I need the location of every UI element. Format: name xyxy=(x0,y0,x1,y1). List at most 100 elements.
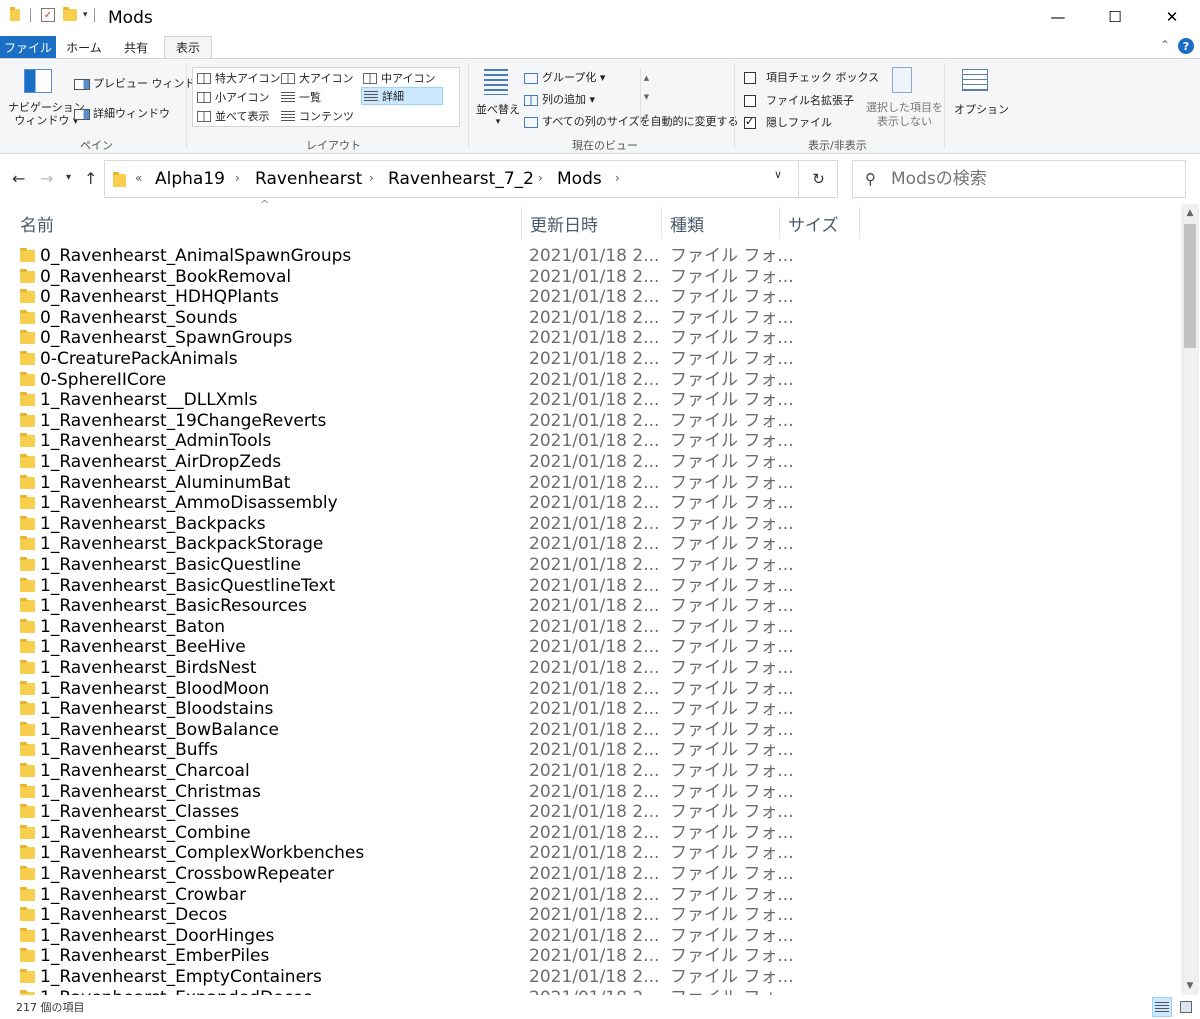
item-checkboxes-toggle[interactable]: 項目チェック ボックス xyxy=(744,69,879,85)
file-row[interactable]: 0_Ravenhearst_SpawnGroups 2021/01/18 2...… xyxy=(0,328,1180,349)
tab-file[interactable]: ファイル xyxy=(0,36,56,58)
hidden-items-toggle[interactable]: 隠しファイル xyxy=(744,114,832,130)
file-row[interactable]: 1_Ravenhearst_BowBalance 2021/01/18 2... フ… xyxy=(0,720,1180,741)
up-arrow-icon[interactable]: ↑ xyxy=(84,169,97,188)
maximize-button[interactable]: ☐ xyxy=(1087,0,1143,34)
options-icon[interactable] xyxy=(962,69,988,91)
file-row[interactable]: 1_Ravenhearst_Backpacks 2021/01/18 2... ファ… xyxy=(0,514,1180,535)
file-extensions-toggle[interactable]: ファイル名拡張子 xyxy=(744,92,854,108)
file-row[interactable]: 1_Ravenhearst_Buffs 2021/01/18 2... ファイル フ… xyxy=(0,740,1180,761)
file-list[interactable]: 0_Ravenhearst_AnimalSpawnGroups 2021/01/1… xyxy=(0,246,1180,995)
hide-selected-icon[interactable] xyxy=(892,67,912,93)
tab-view[interactable]: 表示 xyxy=(164,36,212,58)
file-row[interactable]: 1_Ravenhearst_BasicQuestline 2021/01/18 2… xyxy=(0,555,1180,576)
file-row[interactable]: 1_Ravenhearst_CrossbowRepeater 2021/01/18… xyxy=(0,864,1180,885)
chevron-right-icon[interactable]: › xyxy=(369,171,374,185)
file-row[interactable]: 1_Ravenhearst_Combine 2021/01/18 2... ファイル… xyxy=(0,823,1180,844)
column-header-date[interactable]: 更新日時 xyxy=(522,207,662,239)
file-row[interactable]: 1_Ravenhearst_EmberPiles 2021/01/18 2... フ… xyxy=(0,946,1180,967)
chevron-right-icon[interactable]: › xyxy=(615,171,620,185)
back-arrow-icon[interactable]: ← xyxy=(12,169,25,188)
new-folder-icon[interactable] xyxy=(63,7,77,21)
layout-medium-icons[interactable]: 中アイコン xyxy=(363,70,435,86)
layout-small-icons[interactable]: 小アイコン xyxy=(197,89,269,105)
file-row[interactable]: 1_Ravenhearst_Christmas 2021/01/18 2... ファ… xyxy=(0,782,1180,803)
file-row[interactable]: 1_Ravenhearst_BasicResources 2021/01/18 2… xyxy=(0,596,1180,617)
file-row[interactable]: 1_Ravenhearst_AdminTools 2021/01/18 2... フ… xyxy=(0,431,1180,452)
file-row[interactable]: 1_Ravenhearst_AluminumBat 2021/01/18 2...… xyxy=(0,473,1180,494)
layout-content[interactable]: コンテンツ xyxy=(281,108,354,124)
breadcrumb-ravenhearst-7-2[interactable]: Ravenhearst_7_2 xyxy=(388,169,534,189)
column-header-size[interactable]: サイズ xyxy=(780,207,860,239)
file-row[interactable]: 1_Ravenhearst_DoorHinges 2021/01/18 2... フ… xyxy=(0,926,1180,947)
file-extensions-checkbox[interactable] xyxy=(744,95,756,107)
vertical-scrollbar[interactable]: ▲ ▼ xyxy=(1181,204,1199,995)
file-row[interactable]: 1_Ravenhearst_Charcoal 2021/01/18 2... ファイ… xyxy=(0,761,1180,782)
tab-share[interactable]: 共有 xyxy=(112,36,160,58)
file-row[interactable]: 1_Ravenhearst_19ChangeReverts 2021/01/18 … xyxy=(0,411,1180,432)
sort-by-button[interactable]: 並べ替え ▾ xyxy=(476,101,520,127)
chevron-right-icon[interactable]: › xyxy=(538,171,543,185)
breadcrumb-mods[interactable]: Mods xyxy=(557,169,602,189)
chevron-down-icon[interactable]: ▼ xyxy=(644,93,649,101)
address-bar[interactable]: « Alpha19 › Ravenhearst › Ravenhearst_7_… xyxy=(104,160,838,198)
sort-by-icon[interactable] xyxy=(484,69,508,95)
customize-toolbar-icon[interactable]: ▾ xyxy=(83,10,88,20)
file-row[interactable]: 1_Ravenhearst_ComplexWorkbenches 2021/01/… xyxy=(0,843,1180,864)
chevron-right-icon[interactable]: › xyxy=(235,171,240,185)
breadcrumb-overflow[interactable]: « xyxy=(135,171,142,185)
file-row[interactable]: 1_Ravenhearst_AirDropZeds 2021/01/18 2...… xyxy=(0,452,1180,473)
size-all-columns-button[interactable]: すべての列のサイズを自動的に変更する xyxy=(524,113,738,129)
file-row[interactable]: 1_Ravenhearst_ExpandedDecos 2021/01/18 2.… xyxy=(0,988,1180,995)
large-icons-view-button[interactable] xyxy=(1176,997,1196,1017)
options-button[interactable]: オプション xyxy=(954,101,1009,117)
file-row[interactable]: 0-CreaturePackAnimals 2021/01/18 2... ファイル… xyxy=(0,349,1180,370)
item-checkboxes-checkbox[interactable] xyxy=(744,72,756,84)
column-header-name[interactable]: 名前 xyxy=(12,207,522,239)
file-row[interactable]: 1_Ravenhearst_BackpackStorage 2021/01/18 … xyxy=(0,534,1180,555)
hidden-items-checkbox[interactable] xyxy=(744,115,756,129)
file-row[interactable]: 0_Ravenhearst_Sounds 2021/01/18 2... ファイル … xyxy=(0,308,1180,329)
address-history-dropdown-icon[interactable]: ∨ xyxy=(774,168,782,181)
layout-details[interactable]: 詳細 xyxy=(361,87,443,105)
group-by-button[interactable]: グループ化 ▾ xyxy=(524,69,605,85)
scrollbar-thumb[interactable] xyxy=(1184,224,1196,348)
file-row[interactable]: 0_Ravenhearst_HDHQPlants 2021/01/18 2... フ… xyxy=(0,287,1180,308)
file-row[interactable]: 1_Ravenhearst_BasicQuestlineText 2021/01/… xyxy=(0,576,1180,597)
details-view-button[interactable] xyxy=(1152,997,1172,1017)
file-row[interactable]: 1_Ravenhearst_EmptyContainers 2021/01/18 … xyxy=(0,967,1180,988)
file-row[interactable]: 1_Ravenhearst_Crowbar 2021/01/18 2... ファイル… xyxy=(0,885,1180,906)
close-button[interactable]: ✕ xyxy=(1144,0,1200,34)
file-row[interactable]: 1_Ravenhearst__DLLXmls 2021/01/18 2... ファイ… xyxy=(0,390,1180,411)
navigation-pane-icon[interactable] xyxy=(24,69,52,93)
layout-list[interactable]: 一覧 xyxy=(281,89,321,105)
file-row[interactable]: 0-SphereIICore 2021/01/18 2... ファイル フォ... xyxy=(0,370,1180,391)
tab-home[interactable]: ホーム xyxy=(60,36,108,58)
add-columns-button[interactable]: 列の追加 ▾ xyxy=(524,91,595,107)
search-box[interactable]: ⚲ xyxy=(852,160,1186,198)
forward-arrow-icon[interactable]: → xyxy=(40,169,53,188)
search-input[interactable] xyxy=(891,163,1181,195)
file-row[interactable]: 0_Ravenhearst_BookRemoval 2021/01/18 2...… xyxy=(0,267,1180,288)
refresh-icon[interactable]: ↻ xyxy=(798,160,838,198)
breadcrumb-alpha19[interactable]: Alpha19 xyxy=(155,169,225,189)
file-row[interactable]: 1_Ravenhearst_Baton 2021/01/18 2... ファイル フ… xyxy=(0,617,1180,638)
breadcrumb-ravenhearst[interactable]: Ravenhearst xyxy=(255,169,362,189)
details-pane-button[interactable]: 詳細ウィンドウ xyxy=(74,105,170,121)
layout-large-icons[interactable]: 大アイコン xyxy=(281,70,353,86)
file-row[interactable]: 1_Ravenhearst_BirdsNest 2021/01/18 2... ファ… xyxy=(0,658,1180,679)
layout-xlarge-icons[interactable]: 特大アイコン xyxy=(197,70,280,86)
file-row[interactable]: 1_Ravenhearst_AmmoDisassembly 2021/01/18 … xyxy=(0,493,1180,514)
file-row[interactable]: 1_Ravenhearst_Classes 2021/01/18 2... ファイル… xyxy=(0,802,1180,823)
properties-check-icon[interactable]: ✓ xyxy=(41,8,55,22)
file-row[interactable]: 0_Ravenhearst_AnimalSpawnGroups 2021/01/1… xyxy=(0,246,1180,267)
file-row[interactable]: 1_Ravenhearst_Bloodstains 2021/01/18 2...… xyxy=(0,699,1180,720)
recent-locations-chevron-icon[interactable]: ▾ xyxy=(66,172,71,183)
hide-selected-button[interactable]: 選択した項目を 表示しない xyxy=(866,101,943,129)
layout-tiles[interactable]: 並べて表示 xyxy=(197,108,270,124)
minimize-button[interactable]: — xyxy=(1030,0,1086,34)
help-icon[interactable]: ? xyxy=(1178,38,1194,54)
scroll-up-icon[interactable]: ▲ xyxy=(1181,204,1199,222)
file-row[interactable]: 1_Ravenhearst_BeeHive 2021/01/18 2... ファイル… xyxy=(0,637,1180,658)
file-row[interactable]: 1_Ravenhearst_BloodMoon 2021/01/18 2... ファ… xyxy=(0,679,1180,700)
